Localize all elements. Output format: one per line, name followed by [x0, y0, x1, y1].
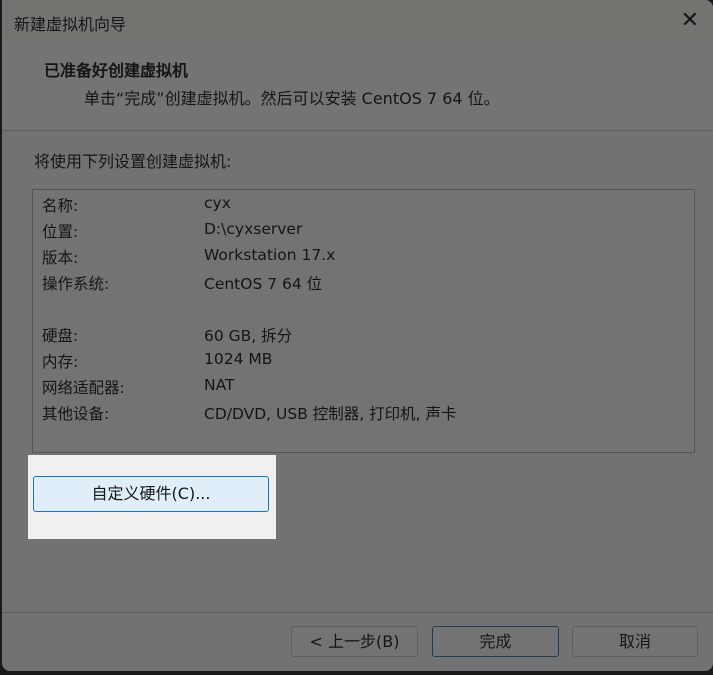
settings-row: 名称: cyx — [42, 194, 231, 216]
setting-value: CentOS 7 64 位 — [204, 275, 323, 293]
setting-label: 名称: — [42, 197, 79, 215]
setting-value: 1024 MB — [204, 350, 273, 368]
setting-value: NAT — [204, 376, 235, 394]
settings-row: 硬盘: 60 GB, 拆分 — [42, 324, 292, 346]
settings-row: 位置: D:\cyxserver — [42, 220, 302, 242]
setting-label: 其他设备: — [42, 405, 110, 423]
setting-label: 位置: — [42, 223, 79, 241]
back-button[interactable]: < 上一步(B) — [291, 626, 418, 657]
highlight-region: 自定义硬件(C)... — [28, 455, 276, 539]
setting-value: Workstation 17.x — [204, 246, 336, 264]
settings-row: 操作系统: CentOS 7 64 位 — [42, 272, 322, 294]
setting-label: 硬盘: — [42, 327, 79, 345]
page-title: 已准备好创建虚拟机 — [44, 61, 189, 80]
new-vm-wizard-dialog: 新建虚拟机向导 ✕ 已准备好创建虚拟机 单击“完成”创建虚拟机。然后可以安装 C… — [2, 0, 713, 671]
setting-label: 操作系统: — [42, 275, 110, 293]
setting-value: D:\cyxserver — [204, 220, 303, 238]
setting-value: 60 GB, 拆分 — [204, 327, 293, 345]
page-subtitle: 单击“完成”创建虚拟机。然后可以安装 CentOS 7 64 位。 — [84, 89, 500, 108]
close-icon[interactable]: ✕ — [681, 8, 699, 33]
finish-button[interactable]: 完成 — [432, 626, 559, 657]
footer-divider — [2, 612, 713, 613]
settings-row: 其他设备: CD/DVD, USB 控制器, 打印机, 声卡 — [42, 402, 457, 424]
window-title: 新建虚拟机向导 — [14, 15, 127, 34]
settings-row: 内存: 1024 MB — [42, 350, 272, 372]
setting-label: 内存: — [42, 353, 79, 371]
setting-label: 版本: — [42, 249, 79, 267]
cancel-button[interactable]: 取消 — [572, 626, 698, 657]
setting-label: 网络适配器: — [42, 379, 125, 397]
settings-row: 网络适配器: NAT — [42, 376, 234, 398]
customize-hardware-button[interactable]: 自定义硬件(C)... — [33, 476, 269, 512]
title-bar: 新建虚拟机向导 ✕ — [2, 0, 713, 42]
settings-summary: 名称: cyx 位置: D:\cyxserver 版本: Workstation 17… — [32, 189, 695, 453]
setting-value: CD/DVD, USB 控制器, 打印机, 声卡 — [204, 405, 457, 423]
wizard-header: 已准备好创建虚拟机 单击“完成”创建虚拟机。然后可以安装 CentOS 7 64… — [2, 42, 713, 131]
setting-value: cyx — [204, 194, 231, 212]
intro-text: 将使用下列设置创建虚拟机: — [34, 152, 232, 171]
settings-row: 版本: Workstation 17.x — [42, 246, 335, 268]
